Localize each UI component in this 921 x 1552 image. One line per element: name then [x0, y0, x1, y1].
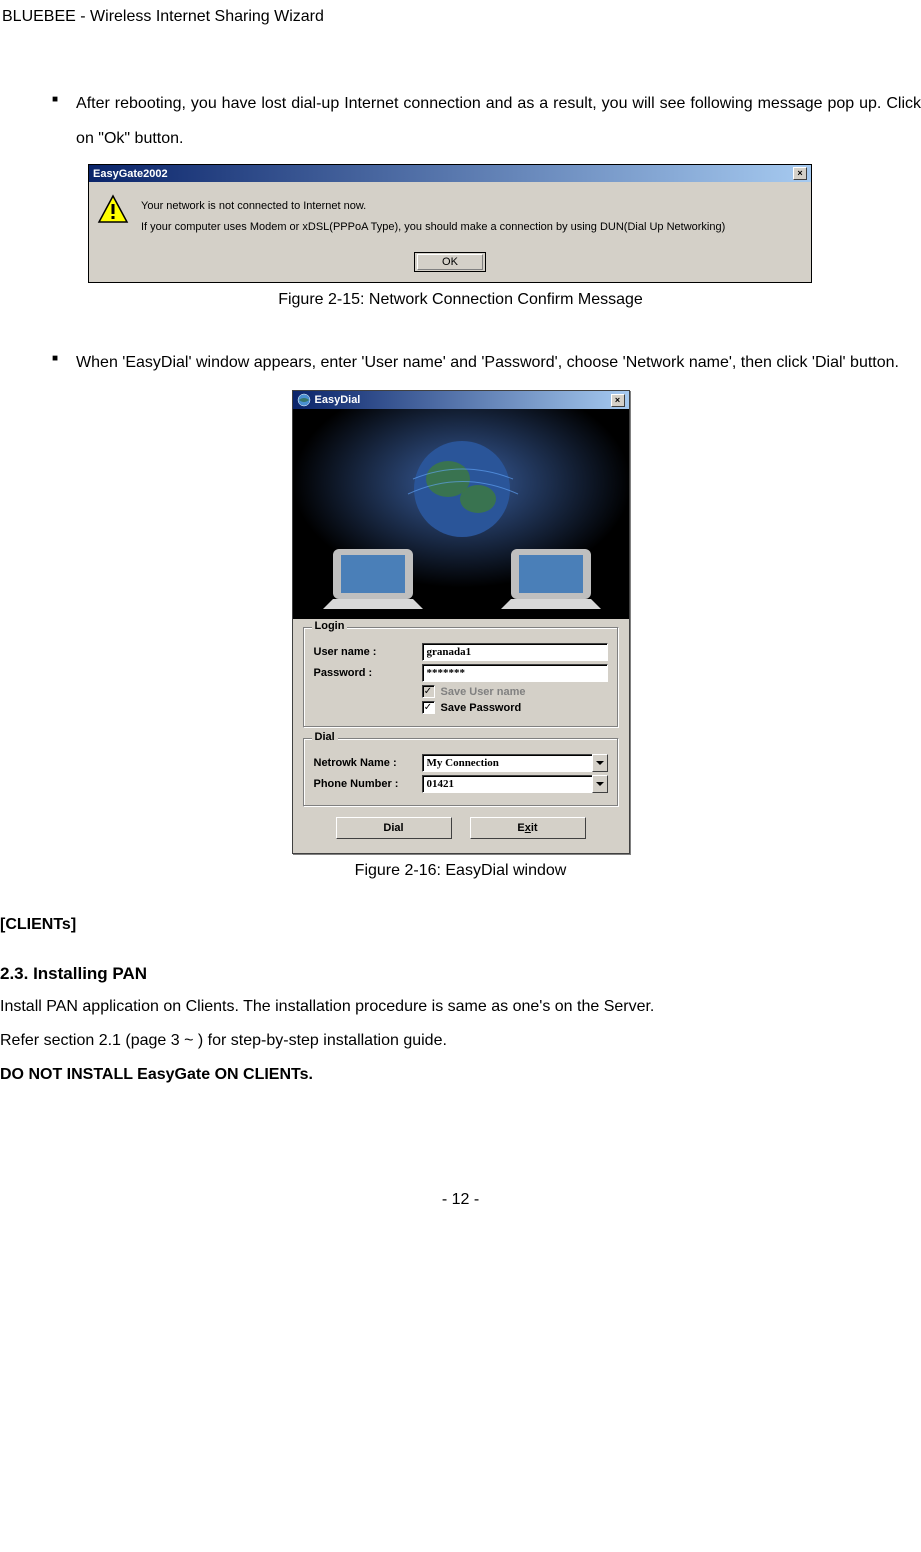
bullet-text: When 'EasyDial' window appears, enter 'U… [76, 345, 921, 380]
ok-button[interactable]: OK [414, 252, 486, 272]
close-icon[interactable]: × [793, 167, 807, 180]
password-input[interactable] [422, 664, 608, 682]
network-row: Netrowk Name : [314, 754, 608, 772]
page-number: - 12 - [0, 1191, 921, 1229]
body-p3: DO NOT INSTALL EasyGate ON CLIENTs. [0, 1058, 921, 1092]
clients-heading: [CLIENTs] [0, 916, 921, 934]
phone-label: Phone Number : [314, 778, 422, 790]
page-content: ■ After rebooting, you have lost dial-up… [0, 26, 921, 1091]
login-legend: Login [312, 620, 348, 632]
network-input[interactable] [422, 754, 592, 772]
body-p2: Refer section 2.1 (page 3 ~ ) for step-b… [0, 1024, 921, 1058]
login-fieldset: Login User name : Password : ✓ Save User… [303, 627, 619, 728]
dial-fieldset: Dial Netrowk Name : Phone Number : [303, 738, 619, 807]
dialog-message: Your network is not connected to Interne… [141, 194, 803, 238]
bullet-1: ■ After rebooting, you have lost dial-up… [0, 86, 921, 156]
bullet-marker: ■ [0, 86, 76, 156]
phone-input[interactable] [422, 775, 592, 793]
save-password-label: Save Password [441, 702, 522, 714]
save-password-row: ✓ Save Password [422, 701, 608, 714]
password-row: Password : [314, 664, 608, 682]
dialog-button-row: OK [89, 246, 811, 282]
password-label: Password : [314, 667, 422, 679]
chevron-down-icon[interactable] [592, 775, 608, 793]
dialog-titlebar: EasyGate2002 × [89, 165, 811, 182]
dialog-line1: Your network is not connected to Interne… [141, 196, 803, 217]
close-icon[interactable]: × [611, 394, 625, 407]
network-combo[interactable] [422, 754, 608, 772]
body-p1: Install PAN application on Clients. The … [0, 990, 921, 1024]
easydial-body: Login User name : Password : ✓ Save User… [293, 619, 629, 853]
username-row: User name : [314, 643, 608, 661]
easydial-dialog: EasyDial × [292, 390, 630, 854]
network-label: Netrowk Name : [314, 757, 422, 769]
save-username-label: Save User name [441, 686, 526, 698]
page-header: BLUEBEE - Wireless Internet Sharing Wiza… [0, 0, 921, 26]
easygate-message-dialog: EasyGate2002 × Your network is not conne… [88, 164, 812, 283]
exit-button[interactable]: Exit [470, 817, 586, 839]
dial-legend: Dial [312, 731, 338, 743]
warning-icon [97, 194, 129, 226]
dialog-body: Your network is not connected to Interne… [89, 182, 811, 246]
section-heading: 2.3. Installing PAN [0, 964, 921, 984]
chevron-down-icon[interactable] [592, 754, 608, 772]
save-username-checkbox: ✓ [422, 685, 435, 698]
bullet-text: After rebooting, you have lost dial-up I… [76, 86, 921, 156]
bullet-marker: ■ [0, 345, 76, 380]
ok-button-label: OK [417, 254, 483, 270]
easydial-app-icon [297, 393, 311, 407]
dialog-title: EasyGate2002 [93, 168, 168, 180]
username-input[interactable] [422, 643, 608, 661]
dial-button[interactable]: Dial [336, 817, 452, 839]
save-username-row: ✓ Save User name [422, 685, 608, 698]
bullet-2: ■ When 'EasyDial' window appears, enter … [0, 345, 921, 380]
phone-row: Phone Number : [314, 775, 608, 793]
figure-caption-2: Figure 2-16: EasyDial window [0, 862, 921, 880]
easydial-titlebar: EasyDial × [293, 391, 629, 409]
easydial-title: EasyDial [315, 394, 611, 406]
easydial-button-row: Dial Exit [303, 817, 619, 839]
easydial-banner-image [293, 409, 629, 619]
dialog-line2: If your computer uses Modem or xDSL(PPPo… [141, 217, 803, 238]
figure-caption-1: Figure 2-15: Network Connection Confirm … [0, 291, 921, 309]
save-password-checkbox[interactable]: ✓ [422, 701, 435, 714]
username-label: User name : [314, 646, 422, 658]
phone-combo[interactable] [422, 775, 608, 793]
